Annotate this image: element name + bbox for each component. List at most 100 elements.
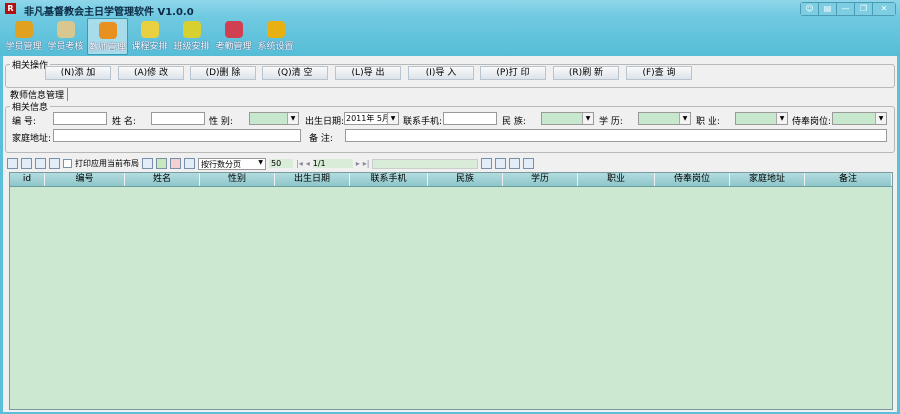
- column-header[interactable]: 侍奉岗位: [655, 173, 730, 186]
- gender-select[interactable]: ▼: [249, 112, 299, 125]
- op-button-7[interactable]: (R)刷 新: [553, 66, 619, 80]
- find-next-icon[interactable]: [495, 158, 507, 169]
- op-button-1[interactable]: (A)修 改: [118, 66, 184, 80]
- book-icon[interactable]: [35, 158, 46, 169]
- op-button-4[interactable]: (L)导 出: [335, 66, 401, 80]
- op-button-3[interactable]: (Q)清 空: [262, 66, 328, 80]
- export-icon[interactable]: [142, 158, 153, 169]
- nav-item-3[interactable]: 课程安排: [129, 18, 170, 55]
- chevron-down-icon: ▼: [387, 113, 398, 124]
- nav-item-6[interactable]: 系统设置: [255, 18, 296, 55]
- op-button-2[interactable]: (D)删 除: [190, 66, 256, 80]
- birth-label: 出生日期:: [305, 117, 345, 127]
- nav-item-2[interactable]: 教师管理: [87, 18, 128, 55]
- nav-icon: [56, 21, 75, 38]
- help-icon[interactable]: ☺: [801, 3, 819, 15]
- gender-label: 性 别:: [209, 117, 233, 127]
- ethnic-select[interactable]: ▼: [541, 112, 594, 125]
- nav-label: 考勤管理: [215, 42, 252, 52]
- id-input[interactable]: [53, 112, 107, 125]
- settings-icon[interactable]: [49, 158, 60, 169]
- info-group: 相关信息: [5, 100, 895, 153]
- nav-icon: [140, 21, 159, 38]
- prev-page-icon[interactable]: ◂: [306, 159, 310, 168]
- address-label: 家庭地址:: [12, 134, 52, 144]
- main-nav: 学员管理 学员考核 教师管理 课程安排 班级安排 考勤管理 系统设置: [0, 18, 900, 56]
- phone-label: 联系手机:: [403, 117, 443, 127]
- print-layout-checkbox[interactable]: [63, 159, 72, 168]
- restore-button[interactable]: ❐: [855, 3, 873, 15]
- column-header[interactable]: 联系手机: [350, 173, 428, 186]
- table-header: id 编号 姓名 性别 出生日期 联系手机 民族 学历 职业 侍奉岗位 家庭地址 备注: [10, 173, 892, 187]
- search-input[interactable]: [372, 158, 479, 169]
- nav-item-1[interactable]: 学员考核: [45, 18, 86, 55]
- job-label: 职 业:: [696, 117, 720, 127]
- note-input[interactable]: [345, 129, 887, 142]
- chevron-down-icon: ▼: [776, 113, 787, 124]
- close-button[interactable]: ✕: [873, 3, 895, 15]
- nav-icon: [98, 22, 117, 39]
- window-title: 非凡基督教会主日学管理软件 V1.0.0: [24, 7, 194, 18]
- nav-label: 班级安排: [173, 42, 210, 52]
- chevron-down-icon: ▼: [875, 113, 886, 124]
- post-label: 侍奉岗位:: [792, 117, 832, 127]
- column-header[interactable]: 职业: [578, 173, 655, 186]
- page-size-input[interactable]: 50: [269, 159, 293, 168]
- phone-input[interactable]: [443, 112, 497, 125]
- last-page-icon[interactable]: ▸|: [363, 159, 370, 168]
- edu-label: 学 历:: [599, 117, 623, 127]
- column-header[interactable]: 备注: [805, 173, 892, 186]
- image-icon[interactable]: [184, 158, 195, 169]
- birth-date-picker[interactable]: 2011年 5月 ▼: [344, 112, 399, 125]
- column-header[interactable]: 家庭地址: [730, 173, 805, 186]
- column-header[interactable]: 学历: [503, 173, 578, 186]
- print-icon[interactable]: [7, 158, 18, 169]
- nav-icon: [14, 21, 33, 38]
- find-icon[interactable]: [481, 158, 493, 169]
- op-button-0[interactable]: (N)添 加: [45, 66, 111, 80]
- pdf-icon[interactable]: [170, 158, 181, 169]
- paging-mode-value: 按行数分页: [201, 159, 241, 169]
- nav-label: 课程安排: [131, 42, 168, 52]
- name-input[interactable]: [151, 112, 205, 125]
- first-page-icon[interactable]: |◂: [296, 159, 303, 168]
- nav-icon: [224, 21, 243, 38]
- column-header[interactable]: 编号: [45, 173, 125, 186]
- info-legend: 相关信息: [12, 103, 49, 113]
- chevron-down-icon: ▼: [582, 113, 593, 124]
- title-bar: R 非凡基督教会主日学管理软件 V1.0.0 ☺ ▤ — ❐ ✕: [0, 0, 900, 18]
- nav-item-0[interactable]: 学员管理: [3, 18, 44, 55]
- excel-icon[interactable]: [156, 158, 167, 169]
- page-indicator: 1/1: [312, 159, 353, 168]
- chevron-down-icon: ▼: [679, 113, 690, 124]
- op-button-6[interactable]: (P)打 印: [480, 66, 546, 80]
- teacher-table[interactable]: id 编号 姓名 性别 出生日期 联系手机 民族 学历 职业 侍奉岗位 家庭地址 备注: [9, 172, 893, 410]
- op-button-8[interactable]: (F)查 询: [626, 66, 692, 80]
- chevron-down-icon: ▼: [287, 113, 298, 124]
- next-page-icon[interactable]: ▸: [356, 159, 360, 168]
- skin-icon[interactable]: ▤: [819, 3, 837, 15]
- nav-label: 学员考核: [47, 42, 84, 52]
- paging-mode-select[interactable]: 按行数分页 ▼: [198, 157, 266, 170]
- nav-icon: [266, 21, 285, 38]
- address-input[interactable]: [53, 129, 301, 142]
- column-settings-icon[interactable]: [523, 158, 535, 169]
- edu-select[interactable]: ▼: [638, 112, 691, 125]
- nav-item-4[interactable]: 班级安排: [171, 18, 212, 55]
- nav-label: 系统设置: [257, 42, 294, 52]
- op-button-5[interactable]: (I)导 入: [408, 66, 474, 80]
- filter-icon[interactable]: [509, 158, 521, 169]
- job-select[interactable]: ▼: [735, 112, 788, 125]
- post-select[interactable]: ▼: [832, 112, 887, 125]
- column-header[interactable]: 出生日期: [275, 173, 350, 186]
- nav-item-5[interactable]: 考勤管理: [213, 18, 254, 55]
- note-label: 备 注:: [309, 134, 333, 144]
- column-header[interactable]: id: [10, 173, 45, 186]
- minimize-button[interactable]: —: [837, 3, 855, 15]
- column-header[interactable]: 姓名: [125, 173, 200, 186]
- operations-legend: 相关操作: [12, 61, 49, 71]
- ethnic-label: 民 族:: [502, 117, 526, 127]
- print-preview-icon[interactable]: [21, 158, 32, 169]
- column-header[interactable]: 性别: [200, 173, 275, 186]
- column-header[interactable]: 民族: [428, 173, 503, 186]
